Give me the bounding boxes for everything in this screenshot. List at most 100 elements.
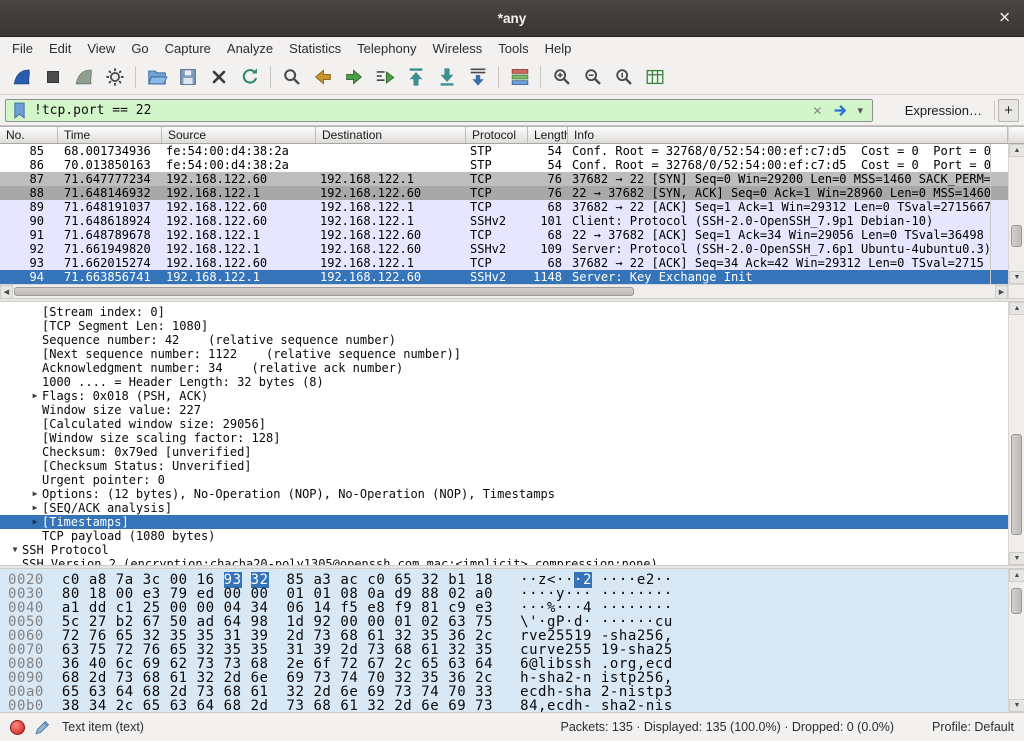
packet-list-minimap[interactable]	[990, 144, 1008, 284]
packet-row-92[interactable]: 9271.661949820192.168.122.1192.168.122.6…	[0, 242, 990, 256]
start-capture-button[interactable]	[6, 63, 37, 92]
hex-row-0030[interactable]: 0030 80 18 00 e3 79 ed 00 00 01 01 08 0a…	[0, 587, 1008, 601]
column-header-proto[interactable]: Protocol	[466, 127, 528, 143]
detail-line[interactable]: [Next sequence number: 1122 (relative se…	[0, 347, 1008, 361]
collapsed-icon[interactable]: ▶	[28, 389, 42, 403]
hex-row-0080[interactable]: 0080 36 40 6c 69 62 73 73 68 2e 6f 72 67…	[0, 657, 1008, 671]
bytes-vscrollbar[interactable]: ▲ ▼	[1008, 569, 1024, 712]
menu-file[interactable]: File	[4, 38, 41, 59]
detail-line[interactable]: Urgent pointer: 0	[0, 473, 1008, 487]
display-filter-input[interactable]: !tcp.port == 22	[29, 103, 805, 118]
restart-capture-button[interactable]	[68, 63, 99, 92]
filter-bookmark-icon[interactable]	[10, 102, 29, 119]
scroll-left-icon[interactable]: ◀	[0, 285, 13, 299]
detail-line[interactable]: ▶[Timestamps]	[0, 515, 1008, 529]
packet-row-91[interactable]: 9171.648789678192.168.122.1192.168.122.6…	[0, 228, 990, 242]
capture-options-button[interactable]	[99, 63, 130, 92]
detail-line[interactable]: SSH Version 2 (encryption:chacha20-poly1…	[0, 557, 1008, 565]
scroll-up-icon[interactable]: ▲	[1009, 302, 1024, 315]
detail-line[interactable]: [Window size scaling factor: 128]	[0, 431, 1008, 445]
close-file-button[interactable]	[203, 63, 234, 92]
hex-row-0070[interactable]: 0070 63 75 72 76 65 32 35 35 31 39 2d 73…	[0, 643, 1008, 657]
go-forward-button[interactable]	[338, 63, 369, 92]
colorize-button[interactable]	[504, 63, 535, 92]
packet-row-93[interactable]: 9371.662015274192.168.122.60192.168.122.…	[0, 256, 990, 270]
hex-row-0020[interactable]: 0020 c0 a8 7a 3c 00 16 93 32 85 a3 ac c0…	[0, 573, 1008, 587]
scroll-up-icon[interactable]: ▲	[1009, 569, 1024, 582]
detail-line[interactable]: TCP payload (1080 bytes)	[0, 529, 1008, 543]
titlebar[interactable]: *any ✕	[0, 0, 1024, 37]
detail-line[interactable]: 1000 .... = Header Length: 32 bytes (8)	[0, 375, 1008, 389]
details-vscrollbar[interactable]: ▲ ▼	[1008, 302, 1024, 565]
column-header-time[interactable]: Time	[58, 127, 162, 143]
collapsed-icon[interactable]: ▶	[28, 515, 42, 529]
packet-row-90[interactable]: 9071.648618924192.168.122.60192.168.122.…	[0, 214, 990, 228]
hex-row-0060[interactable]: 0060 72 76 65 32 35 35 31 39 2d 73 68 61…	[0, 629, 1008, 643]
menu-tools[interactable]: Tools	[490, 38, 536, 59]
filter-clear-icon[interactable]: ✕	[805, 104, 829, 118]
packet-row-88[interactable]: 8871.648146932192.168.122.1192.168.122.6…	[0, 186, 990, 200]
packet-row-86[interactable]: 8670.013850163fe:54:00:d4:38:2aSTP54Conf…	[0, 158, 990, 172]
expression-button[interactable]: Expression…	[899, 95, 988, 125]
hex-row-00a0[interactable]: 00a0 65 63 64 68 2d 73 68 61 32 2d 6e 69…	[0, 685, 1008, 699]
profile-status[interactable]: Profile: Default	[932, 720, 1014, 734]
detail-line[interactable]: [Checksum Status: Unverified]	[0, 459, 1008, 473]
scrollbar-thumb[interactable]	[14, 287, 634, 296]
menu-view[interactable]: View	[79, 38, 123, 59]
scroll-down-icon[interactable]: ▼	[1009, 699, 1024, 712]
scrollbar-thumb[interactable]	[1011, 225, 1022, 247]
menu-go[interactable]: Go	[123, 38, 156, 59]
resize-columns-button[interactable]	[639, 63, 670, 92]
detail-line[interactable]: ▶Options: (12 bytes), No-Operation (NOP)…	[0, 487, 1008, 501]
column-header-dst[interactable]: Destination	[316, 127, 466, 143]
detail-line[interactable]: ▶[SEQ/ACK analysis]	[0, 501, 1008, 515]
collapsed-icon[interactable]: ▶	[28, 487, 42, 501]
scroll-up-icon[interactable]: ▲	[1009, 144, 1024, 157]
scrollbar-thumb[interactable]	[1011, 434, 1022, 535]
zoom-reset-button[interactable]	[608, 63, 639, 92]
detail-line[interactable]: [Stream index: 0]	[0, 305, 1008, 319]
capture-comment-icon[interactable]	[34, 719, 51, 736]
expanded-icon[interactable]: ▼	[8, 543, 22, 557]
column-header-src[interactable]: Source	[162, 127, 316, 143]
expert-info-icon[interactable]	[10, 720, 25, 735]
packet-row-94[interactable]: 9471.663856741192.168.122.1192.168.122.6…	[0, 270, 990, 284]
menu-wireless[interactable]: Wireless	[424, 38, 490, 59]
collapsed-icon[interactable]: ▶	[28, 501, 42, 515]
column-header-no[interactable]: No.	[0, 127, 58, 143]
add-filter-button[interactable]: +	[998, 99, 1019, 122]
filter-dropdown-icon[interactable]: ▾	[852, 104, 868, 117]
zoom-out-button[interactable]	[577, 63, 608, 92]
menu-statistics[interactable]: Statistics	[281, 38, 349, 59]
hex-row-00b0[interactable]: 00b0 38 34 2c 65 63 64 68 2d 73 68 61 32…	[0, 699, 1008, 712]
menu-help[interactable]: Help	[537, 38, 580, 59]
close-icon[interactable]: ✕	[998, 11, 1011, 26]
detail-line[interactable]: ▼SSH Protocol	[0, 543, 1008, 557]
stop-capture-button[interactable]	[37, 63, 68, 92]
detail-line[interactable]: Acknowledgment number: 34 (relative ack …	[0, 361, 1008, 375]
save-file-button[interactable]	[172, 63, 203, 92]
menu-edit[interactable]: Edit	[41, 38, 79, 59]
packet-list-hscrollbar[interactable]: ◀ ▶	[0, 284, 1008, 298]
column-header-len[interactable]: Length	[528, 127, 568, 143]
detail-line[interactable]: Window size value: 227	[0, 403, 1008, 417]
hex-row-0090[interactable]: 0090 68 2d 73 68 61 32 2d 6e 69 73 74 70…	[0, 671, 1008, 685]
auto-scroll-button[interactable]	[462, 63, 493, 92]
go-last-button[interactable]	[431, 63, 462, 92]
zoom-in-button[interactable]	[546, 63, 577, 92]
go-first-button[interactable]	[400, 63, 431, 92]
filter-apply-icon[interactable]	[829, 102, 852, 119]
scroll-right-icon[interactable]: ▶	[995, 285, 1008, 299]
go-to-packet-button[interactable]	[369, 63, 400, 92]
hex-row-0040[interactable]: 0040 a1 dd c1 25 00 00 04 34 06 14 f5 e8…	[0, 601, 1008, 615]
packet-row-89[interactable]: 8971.648191037192.168.122.60192.168.122.…	[0, 200, 990, 214]
scrollbar-thumb[interactable]	[1011, 588, 1022, 614]
open-file-button[interactable]	[141, 63, 172, 92]
packet-list-vscrollbar[interactable]: ▲ ▼	[1008, 144, 1024, 284]
scroll-down-icon[interactable]: ▼	[1009, 552, 1024, 565]
scroll-down-icon[interactable]: ▼	[1009, 271, 1024, 284]
display-filter-field[interactable]: !tcp.port == 22 ✕ ▾	[5, 99, 873, 122]
column-header-info[interactable]: Info	[568, 127, 1008, 143]
reload-file-button[interactable]	[234, 63, 265, 92]
detail-line[interactable]: [TCP Segment Len: 1080]	[0, 319, 1008, 333]
